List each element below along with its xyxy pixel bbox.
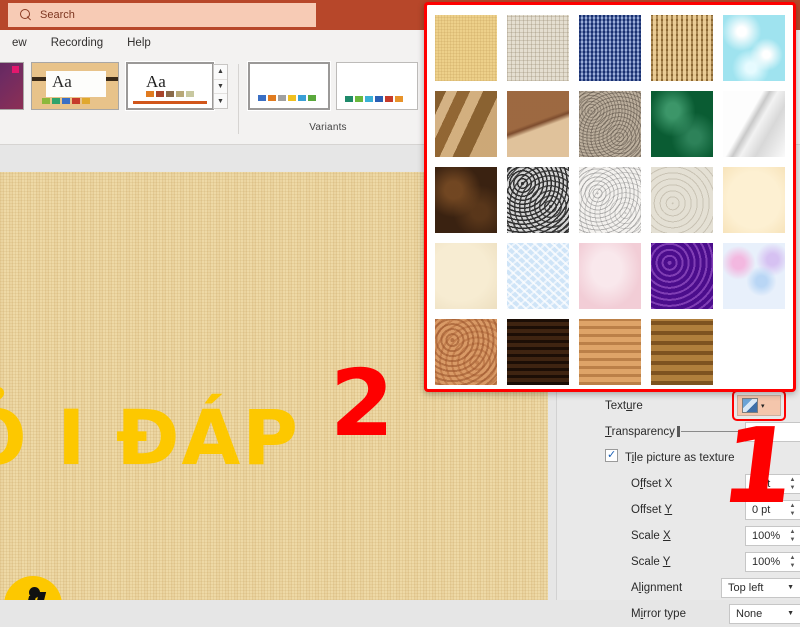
variant-thumbnail-1[interactable]: [247, 61, 331, 111]
scale-y-stepper[interactable]: ▲ ▼: [787, 554, 798, 570]
theme-thumbnail-white-orange[interactable]: Aa: [125, 61, 215, 111]
ribbon-tab-help[interactable]: Help: [115, 34, 163, 52]
scale-x-stepper[interactable]: ▲ ▼: [787, 528, 798, 544]
texture-swatch-walnut[interactable]: [507, 319, 569, 385]
texture-label: Texture: [605, 400, 643, 412]
transparency-label: Transparency: [605, 426, 675, 438]
texture-grid: [435, 15, 785, 385]
offset-y-label: Offset Y: [631, 504, 673, 516]
search-icon: [20, 9, 32, 21]
variants-group-label: Variants: [309, 122, 347, 133]
ribbon-group-separator: [238, 64, 239, 134]
slide-title-text[interactable]: Ỏ I ĐÁP: [0, 400, 300, 476]
theme-swatches: [42, 98, 90, 104]
scale-y-value: 100%: [752, 556, 781, 568]
texture-swatch-papyrus[interactable]: [435, 15, 497, 81]
logo: thegioididong: [4, 576, 64, 600]
search-input[interactable]: Search: [8, 3, 316, 27]
scale-x-value: 100%: [752, 530, 781, 542]
theme-thumbnail-purple[interactable]: Aa: [0, 62, 24, 110]
themes-more-button[interactable]: ▼: [214, 94, 227, 108]
theme-thumbnail-wood[interactable]: Aa: [31, 62, 119, 110]
theme-aa-label: Aa: [52, 72, 72, 91]
alignment-value: Top left: [728, 582, 764, 594]
texture-swatch-canvas[interactable]: [507, 15, 569, 81]
texture-swatch-sand[interactable]: [579, 91, 641, 157]
search-placeholder: Search: [40, 9, 75, 21]
texture-swatch-water-droplets[interactable]: [723, 15, 785, 81]
texture-swatch-granite[interactable]: [507, 167, 569, 233]
texture-swatch-parchment[interactable]: [723, 167, 785, 233]
texture-swatch-bouquet[interactable]: [723, 243, 785, 309]
annotation-step-1: 1: [714, 405, 800, 527]
variant-thumbnail-2[interactable]: [336, 62, 418, 110]
texture-swatch-stationery[interactable]: [435, 243, 497, 309]
texture-swatch-blue-tissue[interactable]: [507, 243, 569, 309]
texture-swatch-white-marble[interactable]: [723, 91, 785, 157]
texture-swatch-recycled-paper[interactable]: [651, 167, 713, 233]
texture-swatch-pink-tissue[interactable]: [579, 243, 641, 309]
powerpoint-window: Search ew Recording Help Aa Aa ▲ ▼ ▼ Var…: [0, 0, 800, 624]
texture-swatch-newsprint[interactable]: [579, 167, 641, 233]
slider-knob[interactable]: [677, 426, 680, 437]
theme-accent-dot: [12, 66, 19, 73]
mirror-type-row: Mirror type None ▼: [557, 601, 800, 627]
chevron-down-icon: ▼: [787, 610, 794, 617]
variant-swatches: [258, 95, 316, 101]
alignment-dropdown[interactable]: Top left ▼: [721, 578, 800, 598]
texture-swatch-fossil[interactable]: [507, 91, 569, 157]
texture-swatch-denim[interactable]: [579, 15, 641, 81]
theme-swatches: [146, 91, 194, 97]
texture-swatch-oak[interactable]: [579, 319, 641, 385]
themes-scroll-arrows[interactable]: ▲ ▼ ▼: [213, 64, 228, 109]
texture-swatch-medium-wood[interactable]: [651, 319, 713, 385]
texture-swatch-woven-mat[interactable]: [651, 15, 713, 81]
themes-scroll-down[interactable]: ▼: [214, 80, 227, 95]
scale-x-field[interactable]: 100% ▲ ▼: [745, 526, 800, 546]
texture-swatch-cork[interactable]: [435, 319, 497, 385]
theme-aa-label: Aa: [146, 72, 166, 91]
mirror-type-value: None: [736, 608, 763, 620]
texture-swatch-purple-mesh[interactable]: [651, 243, 713, 309]
tile-picture-checkbox[interactable]: [605, 448, 618, 462]
themes-gallery: Aa Aa Aa: [0, 61, 215, 111]
alignment-row: Alignment Top left ▼: [557, 575, 800, 601]
scale-y-field[interactable]: 100% ▲ ▼: [745, 552, 800, 572]
texture-swatch-green-marble[interactable]: [651, 91, 713, 157]
ribbon-tab-recording[interactable]: Recording: [39, 34, 115, 52]
mirror-type-label: Mirror type: [631, 608, 686, 620]
tile-picture-label: Tile picture as texture: [625, 452, 735, 464]
texture-swatch-paper-bag[interactable]: [435, 91, 497, 157]
texture-swatch-brown-marble[interactable]: [435, 167, 497, 233]
mirror-type-dropdown[interactable]: None ▼: [729, 604, 800, 624]
variant-swatches: [345, 96, 403, 102]
themes-scroll-up[interactable]: ▲: [214, 65, 227, 80]
scale-y-row: Scale Y 100% ▲ ▼: [557, 549, 800, 575]
chevron-down-icon: ▼: [787, 584, 794, 591]
alignment-label: Alignment: [631, 582, 683, 594]
texture-swatch-empty: [723, 319, 785, 385]
annotation-step-2: 2: [330, 350, 395, 457]
theme-underline: [133, 101, 207, 104]
scale-x-label: Scale X: [631, 530, 671, 542]
ribbon-tab-view[interactable]: ew: [0, 34, 39, 52]
texture-gallery-flyout[interactable]: [424, 2, 796, 392]
scale-y-label: Scale Y: [631, 556, 671, 568]
offset-x-label: Offset X: [631, 478, 673, 490]
